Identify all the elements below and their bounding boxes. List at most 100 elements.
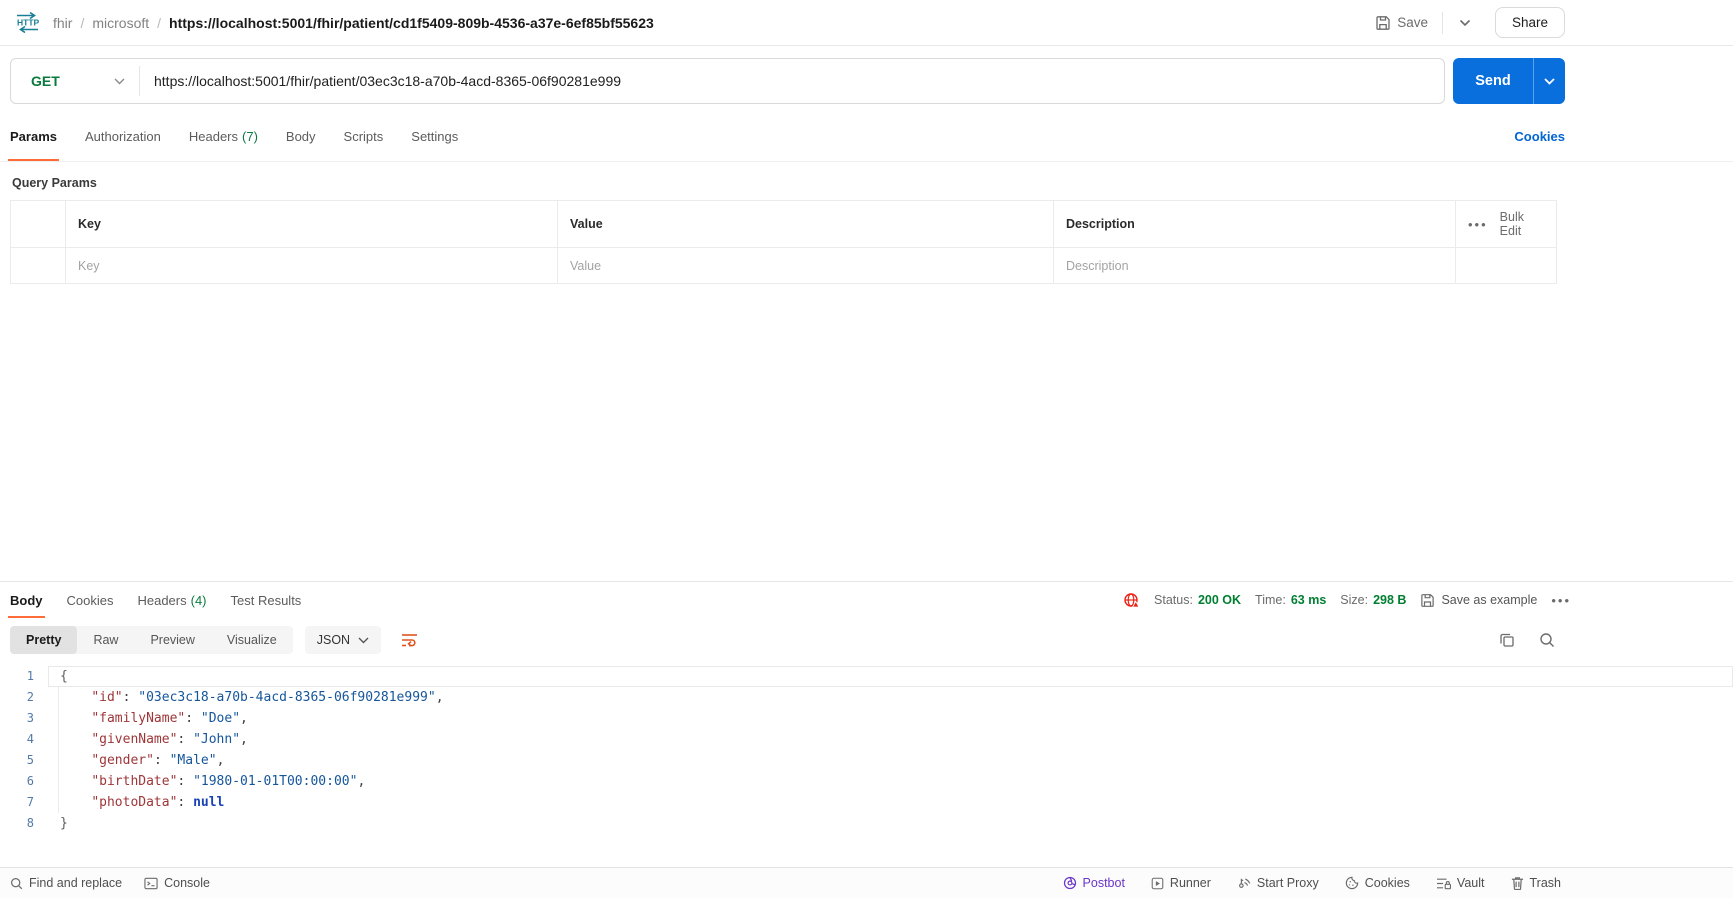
save-icon: [1375, 15, 1391, 31]
code-line[interactable]: 6 "birthDate": "1980-01-01T00:00:00",: [0, 771, 1733, 792]
save-button[interactable]: Save: [1375, 15, 1428, 31]
save-as-example-button[interactable]: Save as example: [1420, 593, 1537, 608]
code-line[interactable]: 5 "gender": "Male",: [0, 750, 1733, 771]
svg-text:HTTP: HTTP: [17, 18, 40, 28]
code-token: :: [185, 711, 201, 726]
status-value: 200 OK: [1197, 593, 1242, 607]
tab-params-label: Params: [10, 129, 57, 144]
line-number[interactable]: 3: [0, 708, 48, 729]
wrap-lines-icon[interactable]: [395, 627, 425, 653]
method-selector[interactable]: GET: [11, 73, 139, 89]
more-options-icon[interactable]: •••: [1551, 593, 1571, 608]
line-number[interactable]: 1: [0, 666, 48, 687]
start-proxy-button[interactable]: Start Proxy: [1237, 876, 1319, 890]
ssl-warning-icon[interactable]: [1123, 592, 1140, 609]
trash-icon: [1511, 876, 1524, 890]
description-input[interactable]: [1066, 258, 1443, 273]
line-number[interactable]: 2: [0, 687, 48, 708]
code-line[interactable]: 7 "photoData": null: [0, 792, 1733, 813]
tab-body[interactable]: Body: [286, 112, 316, 161]
postbot-button[interactable]: Postbot: [1063, 876, 1125, 890]
code-token: ,: [240, 711, 248, 726]
breadcrumb-item-microsoft[interactable]: microsoft: [92, 15, 149, 31]
query-params-title: Query Params: [12, 176, 97, 190]
send-options-chevron-down-icon[interactable]: [1533, 58, 1565, 104]
tab-settings-label: Settings: [411, 129, 459, 144]
response-meta: Status: 200 OK Time: 63 ms Size: 298 B S…: [1123, 582, 1571, 618]
status-indicator: Status: 200 OK: [1154, 593, 1241, 607]
code-line[interactable]: 1 {: [0, 666, 1733, 687]
response-body-editor[interactable]: 1 { 2 "id": "03ec3c18-a70b-4acd-8365-06f…: [0, 666, 1733, 834]
send-button[interactable]: Send: [1453, 58, 1565, 104]
console-button[interactable]: Console: [144, 876, 210, 890]
response-tab-headers[interactable]: Headers (4): [137, 582, 206, 618]
empty-area: [0, 284, 1733, 581]
language-select[interactable]: JSON: [304, 626, 382, 654]
save-as-example-label: Save as example: [1441, 593, 1538, 607]
tab-params[interactable]: Params: [8, 112, 59, 161]
share-button[interactable]: Share: [1494, 7, 1565, 38]
view-pretty-button[interactable]: Pretty: [10, 626, 78, 654]
view-visualize-button[interactable]: Visualize: [211, 626, 293, 654]
save-options-chevron-down-icon[interactable]: [1453, 15, 1477, 31]
size-indicator: Size: 298 B: [1340, 593, 1406, 607]
search-icon[interactable]: [1539, 632, 1555, 648]
send-label[interactable]: Send: [1453, 58, 1533, 104]
save-label: Save: [1397, 15, 1428, 30]
code-line[interactable]: 2 "id": "03ec3c18-a70b-4acd-8365-06f9028…: [0, 687, 1733, 708]
query-params-input-row: [11, 248, 1556, 283]
tab-headers-count: (7): [242, 129, 258, 144]
view-mode-switcher: Pretty Raw Preview Visualize: [10, 626, 293, 654]
line-number[interactable]: 5: [0, 750, 48, 771]
code-line[interactable]: 4 "givenName": "John",: [0, 729, 1733, 750]
column-header-description: Description: [1054, 201, 1456, 247]
line-number[interactable]: 7: [0, 792, 48, 813]
more-actions-icon[interactable]: •••: [1468, 217, 1488, 232]
code-line[interactable]: 8 }: [0, 813, 1733, 834]
status-label: Status:: [1154, 593, 1193, 607]
tab-authorization[interactable]: Authorization: [85, 112, 161, 161]
value-input[interactable]: [570, 258, 1041, 273]
response-tabs-row: Body Cookies Headers (4) Test Results St…: [0, 581, 1733, 618]
line-number[interactable]: 4: [0, 729, 48, 750]
tab-scripts[interactable]: Scripts: [344, 112, 384, 161]
vault-button[interactable]: Vault: [1436, 876, 1485, 890]
view-raw-button[interactable]: Raw: [77, 626, 134, 654]
response-tab-cookies[interactable]: Cookies: [67, 582, 114, 618]
url-input[interactable]: [140, 73, 1444, 89]
method-chevron-down-icon: [114, 78, 125, 85]
line-number[interactable]: 8: [0, 813, 48, 834]
response-tab-body[interactable]: Body: [8, 582, 44, 618]
response-tab-test-results[interactable]: Test Results: [231, 582, 302, 618]
key-cell: [66, 248, 558, 283]
tab-scripts-label: Scripts: [343, 129, 384, 144]
trash-button[interactable]: Trash: [1511, 876, 1561, 890]
time-indicator: Time: 63 ms: [1255, 593, 1326, 607]
language-value: JSON: [316, 633, 351, 647]
tab-settings[interactable]: Settings: [411, 112, 458, 161]
cookies-button[interactable]: Cookies: [1345, 876, 1410, 890]
bulk-edit-button[interactable]: Bulk Edit: [1500, 210, 1544, 238]
line-number[interactable]: 6: [0, 771, 48, 792]
breadcrumb-separator: /: [80, 14, 85, 31]
code-token: "photoData": [91, 795, 178, 810]
request-title[interactable]: https://localhost:5001/fhir/patient/cd1f…: [169, 15, 654, 31]
code-token: :: [177, 795, 194, 810]
code-line[interactable]: 3 "familyName": "Doe",: [0, 708, 1733, 729]
copy-icon[interactable]: [1499, 632, 1515, 648]
response-tab-cookies-label: Cookies: [66, 592, 114, 608]
row-checkbox-cell: [11, 248, 66, 283]
code-token: "03ec3c18-a70b-4acd-8365-06f90281e999": [138, 690, 436, 705]
search-icon: [10, 877, 23, 890]
view-preview-button[interactable]: Preview: [134, 626, 210, 654]
code-token: :: [122, 690, 139, 705]
find-and-replace-button[interactable]: Find and replace: [10, 876, 122, 890]
tab-headers[interactable]: Headers (7): [189, 112, 258, 161]
runner-button[interactable]: Runner: [1151, 876, 1211, 890]
tab-body-label: Body: [285, 129, 316, 144]
key-input[interactable]: [78, 258, 545, 273]
cookies-link[interactable]: Cookies: [1514, 112, 1565, 161]
breadcrumb-item-fhir[interactable]: fhir: [53, 15, 72, 31]
find-and-replace-label: Find and replace: [29, 876, 123, 890]
